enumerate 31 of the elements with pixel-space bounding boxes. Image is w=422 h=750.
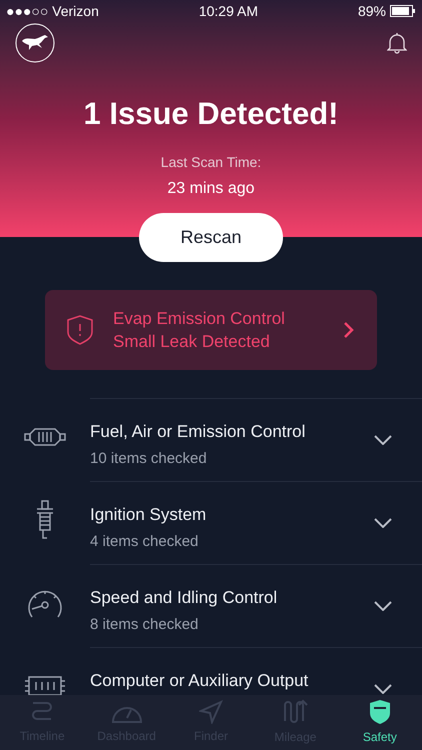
category-count: 8 items checked	[90, 614, 200, 634]
category-title: Ignition System	[90, 504, 208, 526]
shield-warning-icon	[67, 315, 93, 345]
category-row[interactable]: Speed and Idling Control 8 items checked	[90, 564, 422, 647]
scan-label: Last Scan Time:	[160, 152, 262, 172]
category-title: Speed and Idling Control	[90, 587, 278, 609]
clock: 10:29 AM	[198, 2, 258, 20]
alert-card[interactable]: Evap Emission Control Small Leak Detected	[45, 290, 377, 370]
route-arrow-icon	[281, 699, 310, 725]
shield-icon	[368, 699, 392, 725]
spark-plug-icon	[34, 500, 56, 540]
chevron-right-icon	[343, 321, 355, 339]
alert-title: Evap Emission Control	[113, 308, 286, 330]
ecu-icon	[24, 674, 66, 695]
carrier-label: ●●●○○ Verizon	[6, 2, 99, 20]
navigation-arrow-icon	[199, 700, 224, 724]
scan-time: 23 mins ago	[166, 178, 256, 198]
bell-icon[interactable]	[387, 32, 407, 54]
tab-bar-item[interactable]: Safety	[338, 695, 422, 750]
category-count: 10 items checked	[90, 448, 208, 468]
issue-title: 1 Issue Detected!	[82, 95, 340, 133]
category-row[interactable]: Ignition System 4 items checked	[90, 481, 422, 564]
rescan-button[interactable]: Rescan	[139, 213, 283, 262]
category-row[interactable]: Fuel, Air or Emission Control 10 items checked	[90, 398, 422, 481]
category-count: 4 items checked	[90, 532, 200, 552]
battery-percentage: 89%	[358, 2, 386, 20]
category-title: Computer or Auxiliary Output	[90, 670, 310, 692]
alert-detail: Small Leak Detected	[113, 331, 271, 353]
battery-icon	[390, 5, 416, 17]
category-title: Fuel, Air or Emission Control	[90, 421, 306, 443]
filter-icon	[24, 426, 66, 446]
